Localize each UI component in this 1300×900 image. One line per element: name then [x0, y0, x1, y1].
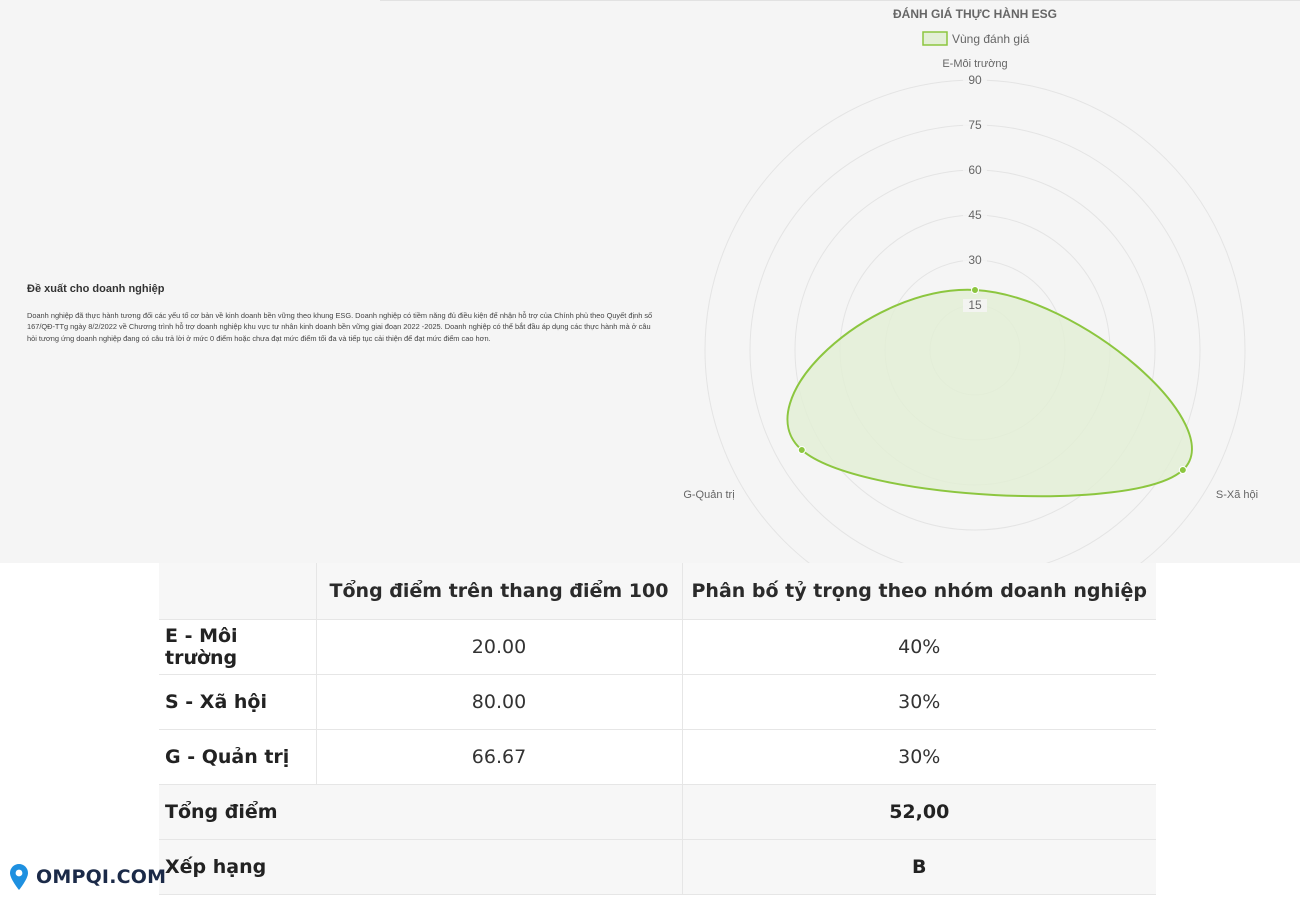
table-row: S - Xã hội 80.00 30% [159, 674, 1156, 730]
header-empty [159, 563, 317, 620]
score-cell: 20.00 [316, 619, 683, 675]
row-label: E - Môi trường [159, 619, 317, 675]
weight-cell: 30% [682, 729, 1156, 785]
r-tick-label: 30 [968, 253, 982, 267]
weight-cell: 30% [682, 674, 1156, 730]
header-weight: Phân bố tỷ trọng theo nhóm doanh nghiệp [682, 563, 1156, 620]
total-empty [316, 784, 683, 840]
chart-title: ĐÁNH GIÁ THỰC HÀNH ESG [893, 6, 1057, 21]
esg-radar-chart: ĐÁNH GIÁ THỰC HÀNH ESG Vùng đánh giá 15 3… [670, 0, 1290, 563]
category-label: S-Xã hội [1216, 489, 1258, 501]
data-point[interactable] [1178, 466, 1187, 474]
r-tick-label: 75 [968, 118, 982, 132]
rank-empty [316, 839, 683, 895]
data-point[interactable] [797, 446, 806, 455]
rank-row: Xếp hạng B [159, 839, 1156, 895]
row-label: S - Xã hội [159, 674, 317, 730]
category-label: E-Môi trường [942, 58, 1007, 70]
total-value: 52,00 [682, 784, 1156, 840]
map-pin-icon [10, 864, 28, 890]
rank-value: B [682, 839, 1156, 895]
legend-label[interactable]: Vùng đánh giá [952, 32, 1030, 46]
score-cell: 66.67 [316, 729, 683, 785]
row-label: G - Quản trị [159, 729, 317, 785]
top-panel: Đề xuất cho doanh nghiệp Doanh nghiệp đã… [0, 0, 1300, 563]
header-score: Tổng điểm trên thang điểm 100 [316, 563, 683, 620]
r-tick-label: 45 [968, 208, 982, 222]
logo: OMPQI.COM [10, 864, 166, 890]
total-row: Tổng điểm 52,00 [159, 784, 1156, 840]
r-tick-label: 60 [968, 163, 982, 177]
score-table: Tổng điểm trên thang điểm 100 Phân bố tỷ… [159, 563, 1156, 895]
table-row: G - Quản trị 66.67 30% [159, 729, 1156, 785]
series-area-vung-danh-gia[interactable] [786, 288, 1193, 498]
recommendation-title: Đề xuất cho doanh nghiệp [27, 283, 165, 295]
table-row: E - Môi trường 20.00 40% [159, 619, 1156, 675]
category-label: G-Quản trị [683, 489, 734, 501]
r-tick-label: 15 [968, 298, 982, 312]
weight-cell: 40% [682, 619, 1156, 675]
score-cell: 80.00 [316, 674, 683, 730]
r-tick-label: 90 [968, 73, 982, 87]
total-label: Tổng điểm [159, 784, 316, 840]
recommendation-text: Doanh nghiệp đã thực hành tương đối các … [27, 311, 653, 343]
table-header-row: Tổng điểm trên thang điểm 100 Phân bố tỷ… [159, 563, 1156, 620]
data-point[interactable] [971, 286, 979, 294]
legend-swatch[interactable] [922, 31, 948, 46]
rank-label: Xếp hạng [159, 839, 316, 895]
logo-text: OMPQI.COM [36, 866, 167, 888]
